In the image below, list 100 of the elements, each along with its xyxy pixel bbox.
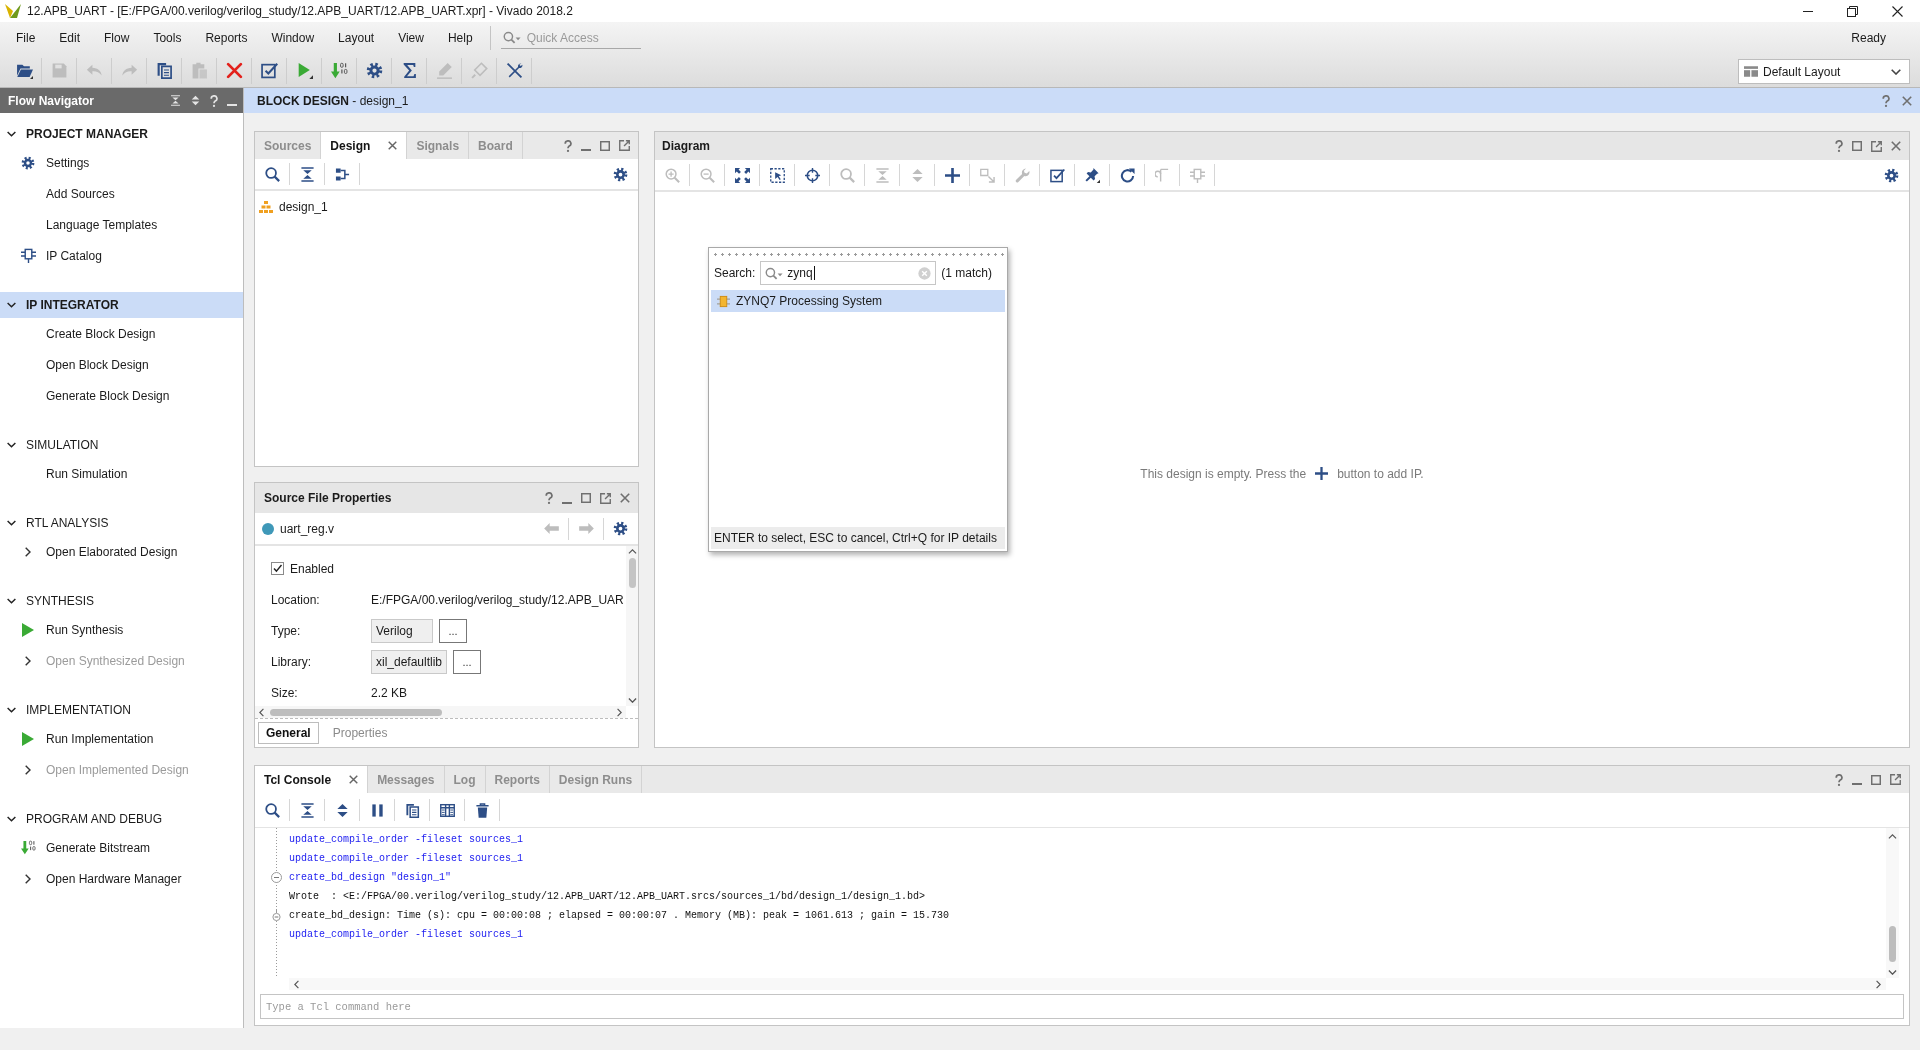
- plus-icon[interactable]: [944, 167, 960, 183]
- chevron-down-icon[interactable]: [7, 131, 16, 137]
- chevron-up-icon[interactable]: [627, 549, 637, 554]
- scrollbar-thumb[interactable]: [628, 558, 636, 588]
- expand-icon[interactable]: [190, 95, 201, 106]
- chevron-down-icon[interactable]: [7, 816, 16, 822]
- nav-item[interactable]: Run Implementation: [46, 731, 154, 746]
- checkbox-icon[interactable]: [1049, 167, 1065, 183]
- nav-item[interactable]: Open Hardware Manager: [46, 871, 182, 886]
- nav-section-header[interactable]: IP INTEGRATOR: [0, 292, 243, 318]
- copy-icon[interactable]: [404, 802, 420, 818]
- menu-item[interactable]: File: [4, 31, 48, 45]
- download-icon[interactable]: [330, 62, 348, 79]
- search-field[interactable]: zynq: [760, 261, 937, 285]
- scrollbar-thumb[interactable]: [1889, 926, 1896, 962]
- nav-section-header[interactable]: SYNTHESIS: [0, 588, 243, 614]
- settings-icon[interactable]: [365, 62, 383, 79]
- minimize-icon[interactable]: [562, 501, 572, 504]
- nav-section-header[interactable]: SIMULATION: [0, 432, 243, 458]
- chevron-right-icon[interactable]: [25, 655, 31, 666]
- refresh-icon[interactable]: [1119, 167, 1135, 183]
- float-window-icon[interactable]: [600, 492, 611, 504]
- chevron-down-icon[interactable]: [7, 598, 16, 604]
- close-icon[interactable]: [620, 493, 630, 503]
- menu-item[interactable]: Layout: [326, 31, 387, 45]
- fold-end-icon[interactable]: [271, 910, 282, 921]
- maximize-icon[interactable]: [1852, 141, 1862, 151]
- help-icon[interactable]: [210, 94, 218, 107]
- nav-item[interactable]: Create Block Design: [46, 326, 156, 341]
- checkbox[interactable]: [271, 562, 284, 575]
- maximize-icon[interactable]: [600, 140, 610, 151]
- tree-item[interactable]: design_1: [279, 200, 328, 214]
- minimize-window-icon[interactable]: [1802, 10, 1813, 12]
- nav-section-header[interactable]: IMPLEMENTATION: [0, 697, 243, 723]
- panel-tab[interactable]: Properties: [324, 722, 396, 744]
- property-field[interactable]: Verilog: [371, 618, 433, 643]
- panel-tab[interactable]: General: [258, 722, 319, 744]
- menu-item[interactable]: Reports: [193, 31, 260, 45]
- chevron-right-icon[interactable]: [25, 873, 31, 884]
- horizontal-scrollbar[interactable]: [255, 706, 626, 718]
- maximize-icon[interactable]: [581, 493, 591, 503]
- help-icon[interactable]: [1835, 773, 1843, 786]
- nav-item[interactable]: Generate Bitstream: [46, 840, 151, 855]
- chevron-down-icon[interactable]: [7, 442, 16, 448]
- settings-icon[interactable]: [613, 166, 628, 182]
- chevron-down-icon[interactable]: [7, 707, 16, 713]
- copy-icon[interactable]: [155, 62, 173, 79]
- vertical-scrollbar[interactable]: [626, 546, 638, 706]
- settings-icon[interactable]: [613, 521, 628, 536]
- collapse-fold-icon[interactable]: [271, 872, 282, 883]
- nav-item[interactable]: IP Catalog: [46, 248, 102, 263]
- nav-item[interactable]: Add Sources: [46, 186, 115, 201]
- columns-icon[interactable]: [439, 802, 455, 818]
- close-icon[interactable]: [1891, 141, 1901, 151]
- layout-dropdown[interactable]: Default Layout: [1738, 59, 1910, 84]
- collapse-icon[interactable]: [299, 166, 315, 182]
- selection-icon[interactable]: [769, 167, 785, 183]
- help-icon[interactable]: [1882, 94, 1890, 107]
- search-icon[interactable]: [264, 802, 280, 818]
- nav-item[interactable]: Open Block Design: [46, 357, 149, 372]
- nav-item[interactable]: Open Elaborated Design: [46, 544, 178, 559]
- close-icon[interactable]: [1902, 95, 1912, 106]
- close-icon[interactable]: [388, 141, 398, 150]
- browse-button[interactable]: ...: [453, 649, 482, 674]
- help-icon[interactable]: [564, 139, 572, 152]
- browse-button[interactable]: ...: [439, 618, 467, 643]
- search-result[interactable]: ZYNQ7 Processing System: [711, 290, 1005, 312]
- nav-section-header[interactable]: PROGRAM AND DEBUG: [0, 806, 243, 832]
- horizontal-scrollbar[interactable]: [289, 978, 1886, 990]
- scrollbar-thumb[interactable]: [270, 708, 442, 716]
- nav-item[interactable]: Generate Block Design: [46, 388, 170, 403]
- drag-handle[interactable]: [712, 253, 1004, 256]
- panel-tab[interactable]: Design: [321, 132, 408, 159]
- property-field[interactable]: xil_defaultlib: [371, 649, 448, 674]
- quick-access-field[interactable]: Quick Access: [500, 27, 641, 49]
- chevron-right-icon[interactable]: [25, 546, 31, 557]
- close-window-icon[interactable]: [1892, 5, 1903, 17]
- help-icon[interactable]: [545, 492, 553, 504]
- tcl-command-input[interactable]: Type a Tcl command here: [260, 994, 1904, 1019]
- maximize-icon[interactable]: [1871, 774, 1881, 785]
- nav-item[interactable]: Run Synthesis: [46, 622, 124, 637]
- help-icon[interactable]: [1835, 140, 1843, 152]
- checkbox-icon[interactable]: [260, 62, 278, 79]
- crosshair-icon[interactable]: [804, 167, 820, 183]
- menu-item[interactable]: Edit: [47, 31, 93, 45]
- search-icon[interactable]: [264, 166, 280, 182]
- menu-item[interactable]: Window: [259, 31, 327, 45]
- chevron-right-icon[interactable]: [25, 764, 31, 775]
- collapse-icon[interactable]: [299, 802, 315, 818]
- folder-icon[interactable]: [15, 62, 33, 79]
- wrench-slash-icon[interactable]: [505, 62, 523, 79]
- chevron-down-icon[interactable]: [7, 302, 16, 308]
- menu-item[interactable]: Help: [435, 31, 485, 45]
- chevron-up-icon[interactable]: [1888, 834, 1897, 839]
- chevron-left-icon[interactable]: [294, 979, 299, 989]
- close-icon[interactable]: [349, 775, 359, 784]
- pin-icon[interactable]: [1084, 167, 1100, 183]
- nav-section-header[interactable]: RTL ANALYSIS: [0, 510, 243, 536]
- chevron-down-icon[interactable]: [7, 520, 16, 526]
- float-window-icon[interactable]: [1890, 774, 1901, 785]
